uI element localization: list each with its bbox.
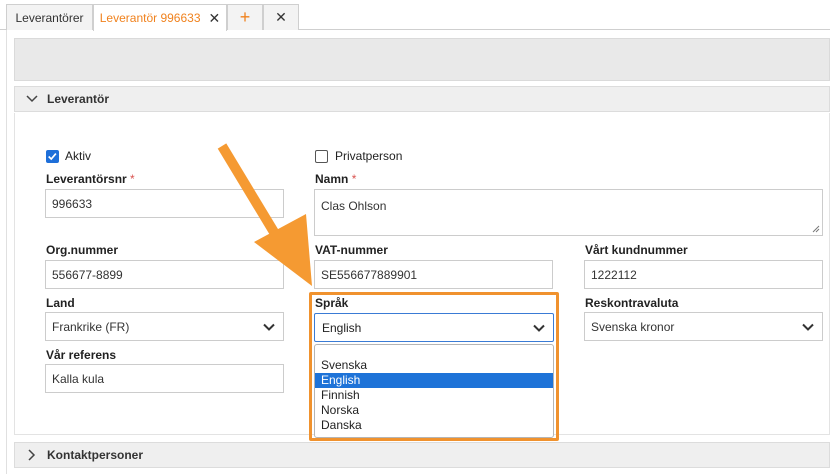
select-value: Frankrike (FR): [52, 319, 130, 334]
aktiv-label: Aktiv: [65, 149, 92, 163]
sprak-select[interactable]: English: [314, 313, 554, 342]
var-referens-label: Vår referens: [46, 348, 117, 362]
input-value: SE556677889901: [321, 267, 418, 282]
reskontravaluta-select[interactable]: Svenska kronor: [584, 312, 823, 341]
toolbar: [14, 38, 830, 81]
chevron-down-icon: [263, 323, 275, 331]
tab-label: Leverantör 996633: [99, 11, 201, 25]
sprak-dropdown-list: Svenska English Finnish Norska Danska: [314, 344, 554, 438]
reskontravaluta-label: Reskontravaluta: [585, 296, 679, 310]
section-header-leverantor[interactable]: Leverantör: [14, 86, 830, 112]
dropdown-option[interactable]: Danska: [315, 418, 553, 433]
close-icon: ✕: [275, 9, 287, 25]
kundnummer-input[interactable]: 1222112: [584, 260, 823, 289]
aktiv-checkbox[interactable]: [46, 150, 59, 163]
input-value: Clas Ohlson: [321, 199, 387, 213]
chevron-down-icon: [533, 324, 545, 332]
close-all-tabs-button[interactable]: ✕: [263, 4, 299, 30]
label-text: Namn: [315, 172, 349, 186]
chevron-down-icon: [802, 323, 814, 331]
label-text: Leverantörsnr: [46, 172, 127, 186]
required-marker: *: [130, 172, 135, 186]
namn-textarea[interactable]: Clas Ohlson: [314, 189, 823, 236]
kundnummer-label: Vårt kundnummer: [585, 243, 688, 257]
sprak-label: Språk: [315, 296, 349, 310]
privatperson-label: Privatperson: [335, 149, 403, 163]
tab-bar: Leverantörer Leverantör 996633 ✕ + ✕: [0, 0, 830, 31]
orgnummer-input[interactable]: 556677-8899: [45, 260, 284, 289]
resize-grip-icon[interactable]: [812, 225, 820, 233]
leverantorsnr-label: Leverantörsnr *: [46, 172, 135, 186]
vatnummer-label: VAT-nummer: [315, 243, 388, 257]
chevron-down-icon: [26, 95, 38, 103]
land-label: Land: [46, 296, 75, 310]
section-title: Leverantör: [47, 92, 110, 106]
var-referens-input[interactable]: Kalla kula: [45, 364, 284, 393]
checkmark-icon: [48, 152, 57, 161]
tab-leverantor-996633[interactable]: Leverantör 996633 ✕: [93, 4, 227, 31]
add-tab-button[interactable]: +: [227, 4, 263, 30]
input-value: 1222112: [591, 267, 637, 282]
orgnummer-label: Org.nummer: [46, 243, 119, 257]
input-value: 556677-8899: [52, 267, 123, 282]
select-value: English: [322, 320, 362, 335]
dropdown-option-selected[interactable]: English: [315, 373, 553, 388]
namn-label: Namn *: [315, 172, 356, 186]
land-select[interactable]: Frankrike (FR): [45, 312, 284, 341]
leverantorsnr-input[interactable]: 996633: [45, 189, 284, 218]
vatnummer-input[interactable]: SE556677889901: [314, 260, 553, 289]
tab-leverantorer[interactable]: Leverantörer: [6, 4, 93, 30]
chevron-right-icon: [28, 449, 36, 461]
select-value: Svenska kronor: [591, 319, 675, 334]
input-value: 996633: [52, 196, 93, 211]
required-marker: *: [351, 172, 357, 186]
close-icon[interactable]: ✕: [209, 10, 221, 27]
input-value: Kalla kula: [52, 371, 105, 386]
section-header-kontaktpersoner[interactable]: Kontaktpersoner: [14, 442, 830, 468]
dropdown-option[interactable]: Norska: [315, 403, 553, 418]
privatperson-checkbox[interactable]: [315, 150, 328, 163]
tab-label: Leverantörer: [15, 10, 84, 25]
section-title: Kontaktpersoner: [47, 448, 144, 462]
dropdown-option[interactable]: Svenska: [315, 358, 553, 373]
plus-icon: +: [239, 7, 251, 27]
dropdown-option[interactable]: Finnish: [315, 388, 553, 403]
